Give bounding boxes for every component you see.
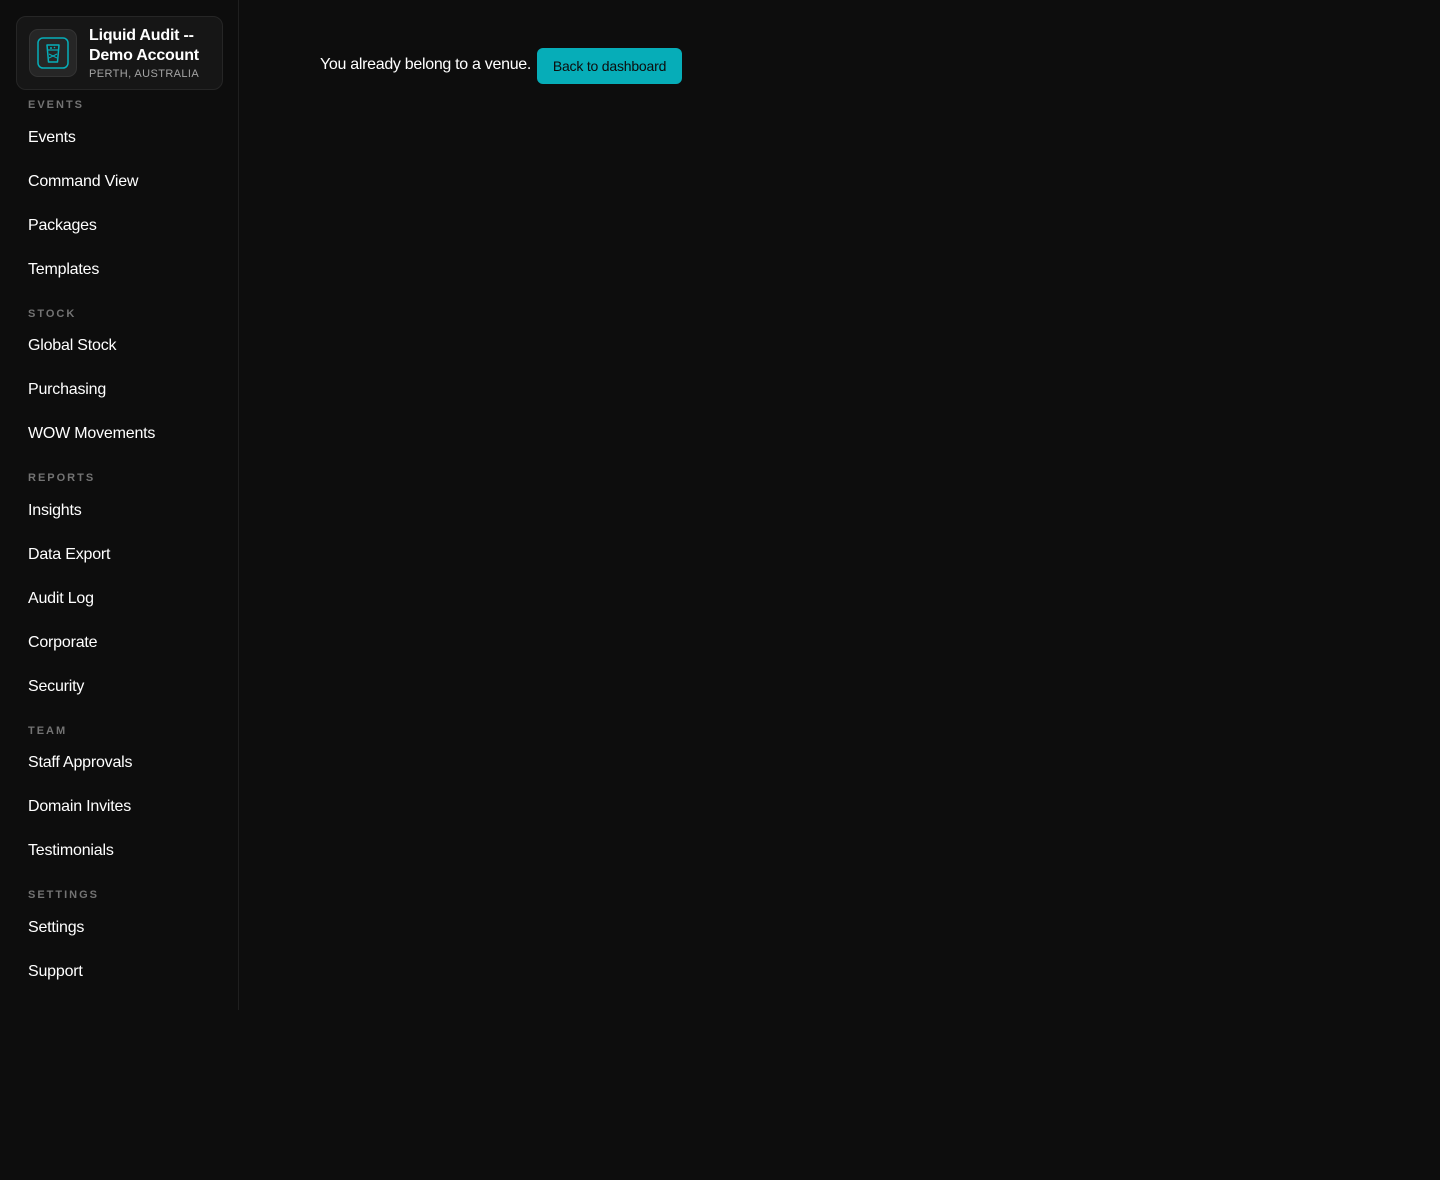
sidebar-item-settings[interactable]: Settings [28,918,84,938]
nav-section-stock: STOCK [28,308,77,320]
venue-name: Liquid Audit -- Demo Account [89,27,199,64]
sidebar-item-command-view[interactable]: Command View [28,172,138,192]
app-root: Liquid Audit -- Demo Account PERTH, AUST… [0,0,1440,1180]
sidebar-item-global-stock[interactable]: Global Stock [28,336,117,356]
sidebar-item-testimonials[interactable]: Testimonials [28,841,114,861]
sidebar-item-security[interactable]: Security [28,677,84,697]
sidebar-item-staff-approvals[interactable]: Staff Approvals [28,753,133,773]
sidebar: Liquid Audit -- Demo Account PERTH, AUST… [0,0,239,1010]
sidebar-item-events[interactable]: Events [28,128,76,148]
venue-switcher[interactable]: Liquid Audit -- Demo Account PERTH, AUST… [16,16,223,90]
back-to-dashboard-button[interactable]: Back to dashboard [537,48,682,84]
sidebar-item-purchasing[interactable]: Purchasing [28,380,106,400]
sidebar-item-insights[interactable]: Insights [28,501,82,521]
sidebar-item-data-export[interactable]: Data Export [28,545,110,565]
nav-section-reports: REPORTS [28,472,96,484]
nav-section-settings: SETTINGS [28,889,100,901]
glass-icon [37,37,69,69]
venue-logo [29,29,77,77]
sidebar-item-audit-log[interactable]: Audit Log [28,589,94,609]
sidebar-item-support[interactable]: Support [28,962,83,982]
nav-section-team: TEAM [28,725,68,737]
sidebar-item-templates[interactable]: Templates [28,260,99,280]
sidebar-item-domain-invites[interactable]: Domain Invites [28,797,131,817]
sidebar-item-packages[interactable]: Packages [28,216,97,236]
sidebar-item-wow-movements[interactable]: WOW Movements [28,424,155,444]
sidebar-item-corporate[interactable]: Corporate [28,633,98,653]
nav-section-events: EVENTS [28,99,85,111]
venue-location: PERTH, AUSTRALIA [89,68,200,80]
already-member-message: You already belong to a venue. [320,56,532,73]
